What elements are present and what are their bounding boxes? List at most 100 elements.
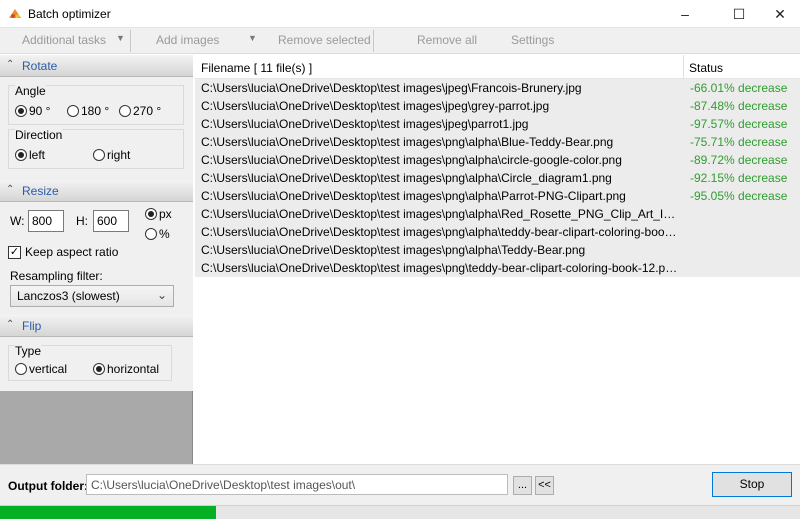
column-separator[interactable] [683,55,684,79]
status-cell: -97.57% decrease [684,115,800,133]
toolbar: Additional tasks ▼ Add images ▼ Remove s… [0,28,800,54]
additional-tasks-button[interactable]: Additional tasks [22,33,106,47]
resampling-label: Resampling filter: [10,269,103,283]
browse-button[interactable]: ... [513,476,532,495]
table-row[interactable]: C:\Users\lucia\OneDrive\Desktop\test ima… [195,115,800,133]
status-cell: -95.05% decrease [684,187,800,205]
radio-unselected-icon [93,149,105,161]
resampling-value: Lanczos3 (slowest) [17,289,120,303]
add-images-button[interactable]: Add images [156,33,219,47]
keep-aspect-checkbox[interactable]: ✓ Keep aspect ratio [8,245,118,259]
file-path-cell: C:\Users\lucia\OneDrive\Desktop\test ima… [195,205,684,223]
table-row[interactable]: C:\Users\lucia\OneDrive\Desktop\test ima… [195,97,800,115]
flip-vertical-label: vertical [29,362,68,376]
output-folder-input[interactable]: C:\Users\lucia\OneDrive\Desktop\test ima… [86,474,508,495]
width-label: W: [10,214,25,228]
status-cell: -89.72% decrease [684,151,800,169]
status-cell [684,205,800,223]
direction-right-label: right [107,148,131,162]
flip-horizontal-label: horizontal [107,362,160,376]
angle-90-label: 90 ° [29,104,51,118]
table-row[interactable]: C:\Users\lucia\OneDrive\Desktop\test ima… [195,223,800,241]
height-label: H: [76,214,88,228]
filename-column-header[interactable]: Filename [ 11 file(s) ] [201,61,312,75]
width-input[interactable]: 800 [28,210,64,232]
status-cell: -92.15% decrease [684,169,800,187]
flip-section-body: Type vertical horizontal [0,337,193,391]
resize-header-label: Resize [22,184,59,198]
angle-groupbox: Angle 90 ° 180 ° 270 ° [8,84,184,125]
file-path-cell: C:\Users\lucia\OneDrive\Desktop\test ima… [195,241,684,259]
status-column-header[interactable]: Status [689,61,723,75]
title-bar: Batch optimizer – ☐ ✕ [0,0,800,28]
file-path-cell: C:\Users\lucia\OneDrive\Desktop\test ima… [195,97,684,115]
table-row[interactable]: C:\Users\lucia\OneDrive\Desktop\test ima… [195,205,800,223]
angle-270-radio[interactable]: 270 ° [119,104,161,118]
angle-title: Angle [15,84,46,98]
table-row[interactable]: C:\Users\lucia\OneDrive\Desktop\test ima… [195,259,800,277]
file-path-cell: C:\Users\lucia\OneDrive\Desktop\test ima… [195,169,684,187]
flip-type-groupbox: Type vertical horizontal [8,344,172,381]
maximize-button[interactable]: ☐ [716,0,762,28]
radio-selected-icon [15,149,27,161]
collapse-icon: ⌃ [6,184,15,195]
chevron-down-icon[interactable]: ▼ [116,33,125,43]
chevron-down-icon[interactable]: ▼ [248,33,257,43]
flip-vertical-radio[interactable]: vertical [15,362,67,376]
file-path-cell: C:\Users\lucia\OneDrive\Desktop\test ima… [195,151,684,169]
window-title: Batch optimizer [28,7,111,21]
table-row[interactable]: C:\Users\lucia\OneDrive\Desktop\test ima… [195,187,800,205]
angle-180-label: 180 ° [81,104,110,118]
toolbar-separator [373,30,374,52]
collapse-panel-button[interactable]: << [535,476,554,495]
flip-section-header[interactable]: ⌃ Flip [0,315,193,337]
settings-button[interactable]: Settings [511,33,554,47]
direction-left-label: left [29,148,46,162]
file-table: Filename [ 11 file(s) ] Status C:\Users\… [195,55,800,464]
table-row[interactable]: C:\Users\lucia\OneDrive\Desktop\test ima… [195,151,800,169]
table-row[interactable]: C:\Users\lucia\OneDrive\Desktop\test ima… [195,133,800,151]
radio-unselected-icon [15,363,27,375]
height-input[interactable]: 600 [93,210,129,232]
file-path-cell: C:\Users\lucia\OneDrive\Desktop\test ima… [195,79,684,97]
table-row[interactable]: C:\Users\lucia\OneDrive\Desktop\test ima… [195,169,800,187]
resampling-select[interactable]: Lanczos3 (slowest) ⌄ [10,285,174,307]
status-cell [684,259,800,277]
stop-button[interactable]: Stop [712,472,792,497]
radio-selected-icon [93,363,105,375]
remove-all-button[interactable]: Remove all [417,33,477,47]
radio-selected-icon [15,105,27,117]
resize-section-header[interactable]: ⌃ Resize [0,180,193,202]
rotate-section-body: Angle 90 ° 180 ° 270 ° Direction left ri… [0,77,193,180]
table-row[interactable]: C:\Users\lucia\OneDrive\Desktop\test ima… [195,79,800,97]
collapse-icon: ⌃ [6,59,15,70]
status-cell: -75.71% decrease [684,133,800,151]
table-row[interactable]: C:\Users\lucia\OneDrive\Desktop\test ima… [195,241,800,259]
options-panel: ⌃ Rotate Angle 90 ° 180 ° 270 ° Directio… [0,55,193,464]
file-path-cell: C:\Users\lucia\OneDrive\Desktop\test ima… [195,133,684,151]
radio-unselected-icon [67,105,79,117]
file-path-cell: C:\Users\lucia\OneDrive\Desktop\test ima… [195,115,684,133]
unit-px-radio[interactable]: px [145,207,172,221]
flip-horizontal-radio[interactable]: horizontal [93,362,159,376]
status-cell [684,223,800,241]
keep-aspect-label: Keep aspect ratio [25,245,119,259]
angle-180-radio[interactable]: 180 ° [67,104,109,118]
close-button[interactable]: ✕ [760,0,800,28]
remove-selected-button[interactable]: Remove selected [278,33,371,47]
unit-percent-radio[interactable]: % [145,227,170,241]
direction-right-radio[interactable]: right [93,148,130,162]
flip-header-label: Flip [22,319,42,333]
chevron-down-icon: ⌄ [156,288,167,302]
output-folder-label: Output folder: [8,479,88,493]
unit-px-label: px [159,207,172,221]
file-path-cell: C:\Users\lucia\OneDrive\Desktop\test ima… [195,187,684,205]
angle-90-radio[interactable]: 90 ° [15,104,50,118]
radio-unselected-icon [145,228,157,240]
radio-selected-icon [145,208,157,220]
rotate-section-header[interactable]: ⌃ Rotate [0,55,193,77]
progress-bar [0,505,800,519]
app-icon [9,9,21,19]
direction-left-radio[interactable]: left [15,148,45,162]
minimize-button[interactable]: – [662,0,708,28]
